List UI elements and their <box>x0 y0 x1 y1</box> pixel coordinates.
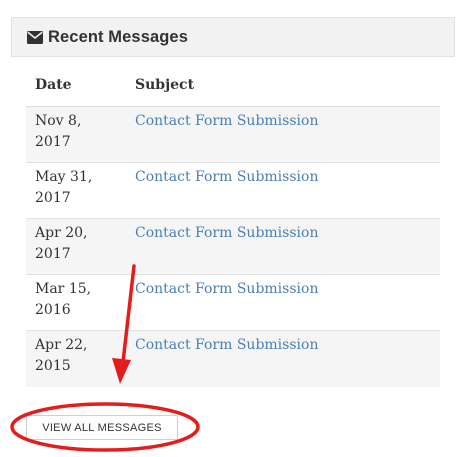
subject-link[interactable]: Contact Form Submission <box>135 113 318 129</box>
date-cell: Nov 8, 2017 <box>26 106 125 163</box>
date-cell: Mar 15, 2016 <box>26 274 125 331</box>
date-cell: Apr 22, 2015 <box>26 330 125 387</box>
view-all-messages-button[interactable]: VIEW ALL MESSAGES <box>26 415 178 440</box>
date-month-day: Apr 20, <box>35 225 88 241</box>
date-month-day: Apr 22, <box>35 337 88 353</box>
date-month-day: Mar 15, <box>35 281 92 297</box>
column-header-subject: Subject <box>125 64 440 107</box>
date-cell: May 31, 2017 <box>26 162 125 219</box>
date-year: 2017 <box>35 246 71 262</box>
subject-cell: Contact Form Submission <box>125 274 440 331</box>
date-month-day: Nov 8, <box>35 113 82 129</box>
column-header-date: Date <box>26 64 125 107</box>
subject-link[interactable]: Contact Form Submission <box>135 169 318 185</box>
subject-link[interactable]: Contact Form Submission <box>135 225 318 241</box>
panel-title: Recent Messages <box>48 27 188 46</box>
recent-messages-header: Recent Messages <box>11 17 455 57</box>
date-cell: Apr 20, 2017 <box>26 218 125 275</box>
table-row: Nov 8, 2017 Contact Form Submission <box>26 106 440 163</box>
table-row: Mar 15, 2016 Contact Form Submission <box>26 274 440 331</box>
subject-link[interactable]: Contact Form Submission <box>135 281 318 297</box>
subject-cell: Contact Form Submission <box>125 106 440 163</box>
date-month-day: May 31, <box>35 169 93 185</box>
envelope-icon <box>27 30 43 44</box>
table-row: Apr 22, 2015 Contact Form Submission <box>26 330 440 387</box>
subject-cell: Contact Form Submission <box>125 330 440 387</box>
date-year: 2016 <box>35 302 71 318</box>
table-row: May 31, 2017 Contact Form Submission <box>26 162 440 219</box>
date-year: 2015 <box>35 358 71 374</box>
date-year: 2017 <box>35 134 71 150</box>
messages-table: Date Subject Nov 8, 2017 Contact Form Sub… <box>26 64 440 387</box>
subject-link[interactable]: Contact Form Submission <box>135 337 318 353</box>
date-year: 2017 <box>35 190 71 206</box>
table-row: Apr 20, 2017 Contact Form Submission <box>26 218 440 275</box>
subject-cell: Contact Form Submission <box>125 218 440 275</box>
table-header-row: Date Subject <box>26 64 440 107</box>
subject-cell: Contact Form Submission <box>125 162 440 219</box>
